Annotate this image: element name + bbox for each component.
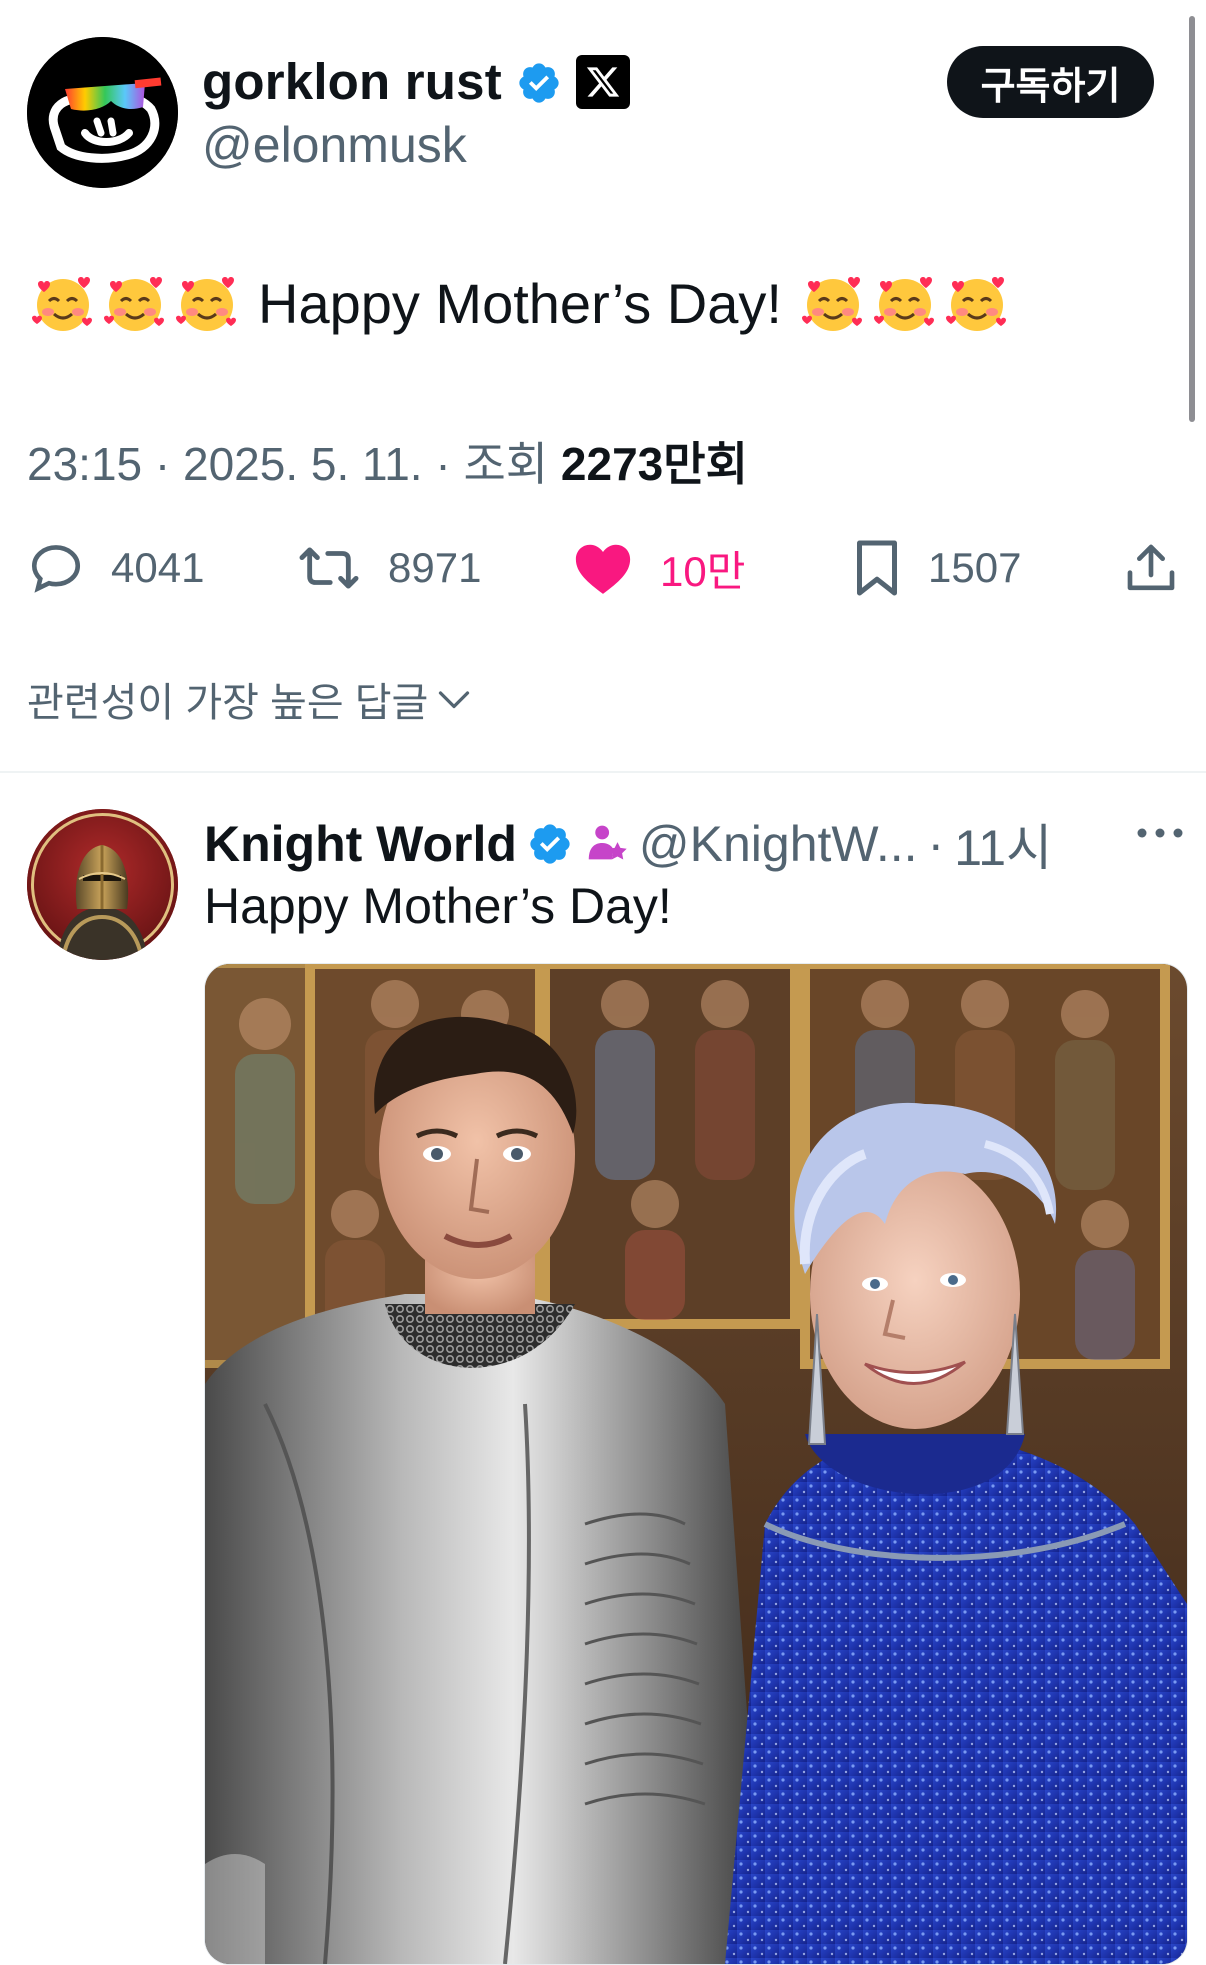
smiling-face-with-hearts-icon [873,277,934,331]
share-icon [1127,544,1175,591]
post-meta: 23:15 · 2025. 5. 11. · 조회 2273만회 [27,428,748,494]
repost-icon [299,547,359,589]
bookmark-icon [857,540,897,596]
views-suffix: 만회 [663,438,748,490]
bookmark-count: 1507 [928,544,1022,591]
reply-time[interactable]: 11시 [954,808,1052,880]
smiling-face-with-hearts-icon [945,277,1006,331]
smiling-face-with-hearts-icon [32,277,92,331]
repost-button[interactable]: 8971 [296,538,481,598]
reply-author-handle[interactable]: @KnightW... [639,815,918,873]
smiling-face-with-hearts-icon [176,277,236,331]
post-text-body: Happy Mother’s Day! [258,271,782,335]
author-name-row: gorklon rust [202,52,630,111]
scrollbar[interactable] [1189,16,1195,422]
smiling-face-with-hearts-icon [104,277,164,331]
author-display-name[interactable]: gorklon rust [202,52,502,111]
subscribe-button[interactable]: 구독하기 [947,46,1154,118]
more-dots-icon [1137,828,1183,838]
like-button[interactable]: 10만 [572,538,745,598]
bookmark-button[interactable]: 1507 [852,538,1021,598]
post-text: Happy Mother’s Day! [30,270,1010,336]
like-count: 10만 [660,547,746,595]
reply-separator: · [927,816,945,872]
emoji-group-left [30,270,240,336]
meta-separator: · [435,438,451,490]
reply-text: Happy Mother’s Day! [204,878,672,934]
smiling-face-with-hearts-icon [801,277,862,331]
heart-filled-icon [575,544,631,594]
verified-badge-icon[interactable] [527,821,573,867]
reply-author-name[interactable]: Knight World [204,815,517,873]
divider [0,771,1206,773]
author-avatar[interactable] [27,37,178,188]
repost-count: 8971 [388,544,482,591]
replies-sort-label: 관련성이 가장 높은 답글 [27,681,429,725]
reply-author-avatar[interactable] [27,809,178,960]
chevron-down-icon [439,691,470,709]
reply-media-image[interactable] [204,963,1188,1965]
x-logo-icon[interactable] [575,54,630,109]
reply-button[interactable]: 4041 [27,538,204,598]
verified-badge-icon[interactable] [516,59,562,105]
more-options-button[interactable] [1132,818,1188,848]
reply-header: Knight World @KnightW... · 11시 [204,808,1052,880]
views-value: 2273 [560,438,664,490]
emoji-group-right [800,270,1010,336]
meta-separator: · [154,438,171,490]
subscriber-badge-icon[interactable] [583,821,629,867]
author-handle[interactable]: @elonmusk [202,116,467,174]
knight-and-mother-photo [205,964,1187,1964]
post-date[interactable]: 2025. 5. 11. [183,438,423,490]
reply-count: 4041 [111,544,205,591]
reply-icon [31,545,81,593]
views-label: 조회 [463,438,549,490]
share-button[interactable] [1123,538,1179,598]
replies-sort-dropdown[interactable]: 관련성이 가장 높은 답글 [27,670,472,728]
post-time[interactable]: 23:15 [27,438,142,490]
